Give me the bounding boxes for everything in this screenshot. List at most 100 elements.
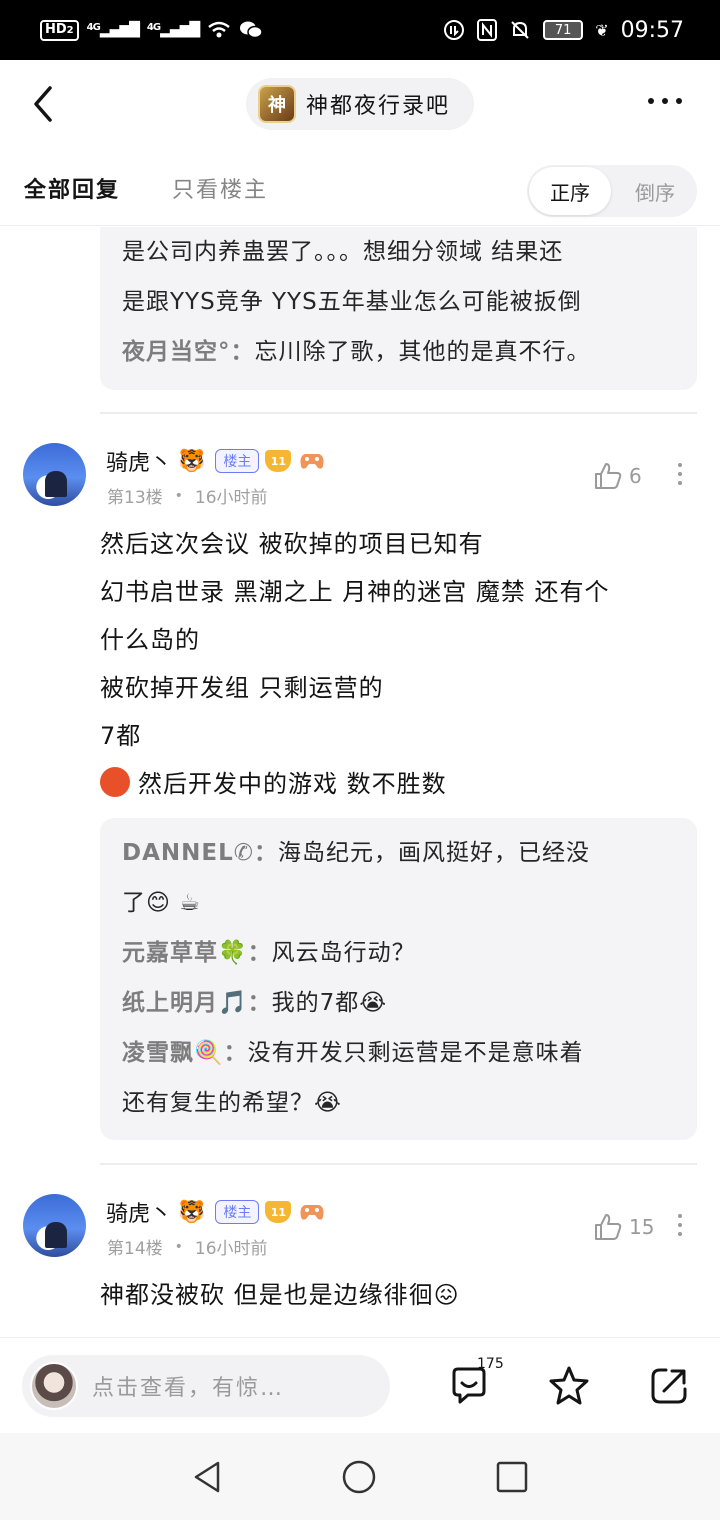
reply-placeholder: 点击查看，有惊… — [92, 1376, 285, 1401]
nav-home-icon[interactable] — [342, 1460, 376, 1494]
post-more-icon[interactable] — [678, 1214, 682, 1236]
sub-reply: 凌雪飘🍭：没有开发只剩运营是不是意味着 — [122, 1028, 675, 1078]
mute-bell-icon — [511, 21, 529, 39]
more-options-icon[interactable] — [648, 98, 682, 104]
level-badge-icon: 11 — [265, 1201, 292, 1223]
like-count: 6 — [629, 464, 642, 488]
gamepad-icon — [300, 454, 324, 469]
back-arrow-icon[interactable] — [28, 84, 60, 124]
my-avatar — [30, 1362, 78, 1410]
wifi-icon — [208, 21, 230, 38]
tiger-emoji: 🐯 — [178, 1199, 206, 1225]
comment-count: 175 — [477, 1356, 504, 1372]
hd-label: HD — [45, 21, 67, 37]
system-navigation-bar — [0, 1433, 720, 1520]
sub-reply-author[interactable]: 元嘉草草🍀： — [122, 940, 272, 966]
post-text-line: 幻书启世录 黑潮之上 月神的迷宫 魔禁 还有个 — [100, 578, 610, 606]
post-text-line: 7都 — [100, 722, 142, 750]
level-badge-icon: 11 — [265, 450, 292, 472]
signal-1-icon: 4G▂▄▆█ — [86, 22, 140, 38]
tab-owner-only[interactable]: 只看楼主 — [172, 172, 268, 204]
avatar[interactable] — [23, 443, 86, 506]
sub-reply: 元嘉草草🍀：风云岛行动？ — [122, 928, 675, 978]
battery-indicator: 71 — [543, 20, 584, 40]
star-icon[interactable] — [548, 1365, 590, 1407]
post-author[interactable]: 骑虎丶 🐯 楼主 11 — [106, 445, 327, 477]
post-time: 16小时前 — [194, 1239, 268, 1259]
post-text-line-with-emoji: 然后开发中的游戏 数不胜数 — [100, 760, 447, 808]
sub-reply-author[interactable]: 夜月当空°： — [122, 339, 255, 365]
reply-list[interactable]: 是公司内养蛊罢了。。。想细分领域 结果还 是跟YYS竞争 YYS五年基业怎么可能… — [0, 227, 720, 1337]
post-text-line: 被砍掉开发组 只剩运营的 — [100, 674, 384, 702]
avatar[interactable] — [23, 1194, 86, 1257]
floor-number: 第13楼 — [107, 488, 163, 508]
tiger-emoji: 🐯 — [178, 448, 206, 474]
sub-reply-text: 海岛纪元，画风挺好，已经没 — [278, 840, 591, 866]
like-count: 15 — [629, 1215, 655, 1239]
sub-reply-author[interactable]: DANNEL✆： — [122, 840, 278, 866]
sub-reply-author[interactable]: 凌雪飘🍭： — [122, 1040, 248, 1066]
divider — [100, 1163, 697, 1165]
post-time: 16小时前 — [194, 488, 268, 508]
nav-recents-icon[interactable] — [496, 1461, 528, 1493]
sub-reply-box[interactable]: DANNEL✆：海岛纪元，画风挺好，已经没 了😊 ☕ 元嘉草草🍀：风云岛行动？ … — [100, 818, 697, 1140]
status-bar: HD2 4G▂▄▆█ 4G▂▄▆█ 71 ❦ 09:57 — [0, 0, 720, 60]
hd-indicator: HD2 — [40, 19, 79, 41]
bottom-action-bar: 点击查看，有惊… 175 — [0, 1337, 720, 1433]
sub-reply-author[interactable]: 纸上明月🎵： — [122, 990, 272, 1016]
post-meta: 第13楼 • 16小时前 — [107, 483, 268, 509]
share-icon[interactable] — [648, 1365, 690, 1407]
angry-face-emoji-icon — [100, 767, 130, 797]
sub-reply: 纸上明月🎵：我的7都😭 — [122, 978, 675, 1028]
top-navigation-bar: 神 神都夜行录吧 — [0, 60, 720, 148]
post-author[interactable]: 骑虎丶 🐯 楼主 11 — [106, 1196, 327, 1228]
forum-logo: 神 — [258, 85, 296, 123]
sub-reply: 夜月当空°：忘川除了歌，其他的是真不行。 — [122, 327, 675, 377]
signal-2-icon: 4G▂▄▆█ — [146, 22, 200, 38]
like-button[interactable]: 15 — [593, 1212, 654, 1242]
divider — [100, 412, 697, 414]
wechat-icon — [240, 21, 263, 39]
gamepad-icon — [300, 1205, 324, 1220]
hd-sub: 2 — [66, 24, 74, 36]
owner-badge: 楼主 — [215, 449, 260, 473]
like-button[interactable]: 6 — [593, 461, 642, 491]
sub-reply: DANNEL✆：海岛纪元，画风挺好，已经没 — [122, 828, 675, 878]
username[interactable]: 骑虎丶 — [106, 445, 172, 477]
leaf-icon: ❦ — [595, 20, 609, 40]
sub-reply-text: 没有开发只剩运营是不是意味着 — [247, 1040, 584, 1066]
forum-name: 神都夜行录吧 — [306, 94, 451, 119]
forum-title-pill[interactable]: 神 神都夜行录吧 — [246, 78, 474, 130]
post-text-line: 然后这次会议 被砍掉的项目已知有 — [100, 530, 484, 558]
post-meta: 第14楼 • 16小时前 — [107, 1234, 268, 1260]
nfc-icon — [477, 19, 498, 41]
post-text: 然后开发中的游戏 数不胜数 — [138, 770, 447, 798]
post-more-icon[interactable] — [678, 463, 682, 485]
owner-badge: 楼主 — [215, 1200, 260, 1224]
sort-order-toggle: 正序 倒序 — [527, 165, 697, 217]
sub-reply-text: 了😊 ☕ — [122, 890, 201, 916]
nfc-circle-icon — [444, 20, 465, 40]
sub-reply-text: 还有复生的希望？😭 — [122, 1090, 342, 1116]
forum-logo-text: 神 — [268, 95, 286, 116]
tab-all-replies[interactable]: 全部回复 — [24, 172, 120, 204]
thumbs-up-icon — [595, 463, 622, 489]
sim1-label: 4G — [86, 22, 101, 33]
order-descending-button[interactable]: 倒序 — [615, 167, 695, 215]
clock: 09:57 — [620, 17, 684, 43]
sub-reply-text: 我的7都😭 — [271, 990, 388, 1016]
battery-level: 71 — [554, 22, 572, 38]
sub-reply-text: 风云岛行动？ — [271, 940, 416, 966]
reply-input[interactable]: 点击查看，有惊… — [22, 1355, 390, 1417]
username[interactable]: 骑虎丶 — [106, 1196, 172, 1228]
sub-reply-text: 是跟YYS竞争 YYS五年基业怎么可能被扳倒 — [122, 289, 582, 315]
post-text-line: 什么岛的 — [100, 626, 200, 654]
sub-reply-box[interactable]: 是公司内养蛊罢了。。。想细分领域 结果还 是跟YYS竞争 YYS五年基业怎么可能… — [100, 227, 697, 390]
sim2-label: 4G — [146, 22, 161, 33]
floor-number: 第14楼 — [107, 1239, 163, 1259]
order-ascending-button[interactable]: 正序 — [529, 167, 611, 215]
post-text-line: 神都没被砍 但是也是边缘徘徊😖 — [100, 1281, 460, 1309]
sub-reply-text: 是公司内养蛊罢了。。。想细分领域 结果还 — [122, 239, 564, 265]
thumbs-up-icon — [595, 1214, 622, 1240]
nav-back-icon[interactable] — [190, 1460, 224, 1494]
